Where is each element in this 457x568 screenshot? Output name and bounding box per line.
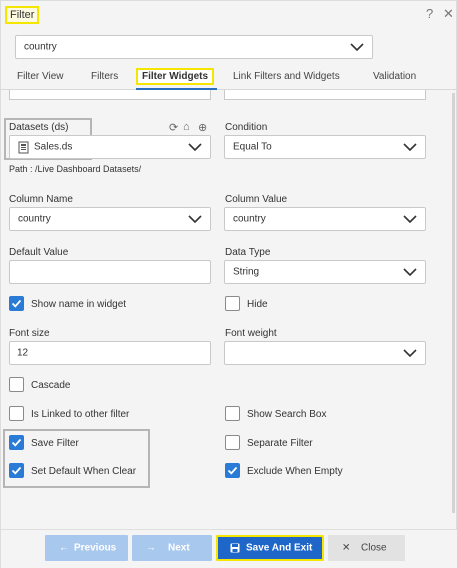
tab-filter-view[interactable]: Filter View (17, 71, 64, 82)
chevron-down-icon (350, 43, 364, 51)
dialog-title: Filter (5, 6, 40, 24)
exclude-empty-label: Exclude When Empty (247, 466, 343, 477)
datasets-value: Sales.ds (34, 141, 73, 153)
chevron-down-icon (403, 268, 417, 276)
question-icon[interactable]: ? (426, 6, 433, 21)
tab-filter-widgets[interactable]: Filter Widgets (136, 68, 215, 85)
font-size-label: Font size (9, 328, 50, 339)
close-x-icon: ✕ (342, 542, 351, 554)
separate-filter-label: Separate Filter (247, 438, 313, 449)
save-and-exit-button[interactable]: Save And Exit (216, 535, 324, 561)
save-filter-checkbox[interactable] (9, 435, 24, 450)
title-bar: Filter ? ✕ (1, 1, 457, 31)
column-value-value: country (233, 213, 266, 225)
data-type-select[interactable]: String (224, 260, 426, 284)
exclude-empty-checkbox[interactable] (225, 463, 240, 478)
hide-checkbox[interactable] (225, 296, 240, 311)
column-value-select[interactable]: country (224, 207, 426, 231)
cascade-label: Cascade (31, 380, 71, 391)
font-size-input[interactable]: 12 (9, 341, 211, 365)
chevron-down-icon (403, 215, 417, 223)
condition-label: Condition (225, 122, 268, 133)
dataset-file-icon (18, 141, 29, 154)
next-button[interactable]: → Next (132, 535, 212, 561)
font-weight-select[interactable] (224, 341, 426, 365)
previous-button-label: Previous (74, 542, 117, 554)
scrollbar[interactable] (452, 93, 455, 513)
close-button-label: Close (361, 542, 387, 554)
set-default-checkbox[interactable] (9, 463, 24, 478)
datasets-label: Datasets (ds) (9, 122, 69, 133)
filter-select[interactable]: country (15, 35, 373, 59)
close-button[interactable]: ✕ Close (328, 535, 405, 561)
default-value-input[interactable] (9, 260, 211, 284)
chevron-down-icon (403, 349, 417, 357)
column-value-label: Column Value (225, 194, 288, 205)
show-name-label: Show name in widget (31, 299, 127, 310)
hide-label: Hide (247, 299, 268, 310)
refresh-icon[interactable]: ⟳ (169, 121, 178, 134)
column-name-label: Column Name (9, 194, 73, 205)
chevron-down-icon (188, 215, 202, 223)
check-icon (227, 466, 238, 475)
filter-select-value: country (24, 41, 57, 53)
data-type-label: Data Type (225, 247, 271, 258)
column-name-value: country (18, 213, 51, 225)
save-icon (230, 543, 240, 553)
set-default-label: Set Default When Clear (31, 466, 137, 477)
font-weight-label: Font weight (225, 328, 277, 339)
show-search-box-checkbox[interactable] (225, 406, 240, 421)
check-icon (11, 466, 22, 475)
check-icon (11, 299, 22, 308)
cascade-checkbox[interactable] (9, 377, 24, 392)
check-icon (11, 438, 22, 447)
font-size-value: 12 (17, 347, 29, 359)
scrolled-field-right (224, 90, 426, 100)
datasets-select[interactable]: Sales.ds (9, 135, 211, 159)
close-icon[interactable]: ✕ (443, 6, 454, 22)
tab-link-filters-widgets[interactable]: Link Filters and Widgets (233, 71, 340, 82)
tab-bar: Filter View Filters Filter Widgets Link … (1, 66, 457, 90)
data-type-value: String (233, 266, 260, 278)
condition-select[interactable]: Equal To (224, 135, 426, 159)
tab-validation[interactable]: Validation (373, 71, 416, 82)
show-name-checkbox[interactable] (9, 296, 24, 311)
home-icon[interactable]: ⌂ (183, 121, 190, 133)
next-button-label: Next (168, 542, 190, 554)
condition-value: Equal To (233, 141, 272, 153)
previous-button[interactable]: ← Previous (45, 535, 128, 561)
separate-filter-checkbox[interactable] (225, 435, 240, 450)
save-and-exit-label: Save And Exit (246, 542, 313, 554)
column-name-select[interactable]: country (9, 207, 211, 231)
chevron-down-icon (188, 143, 202, 151)
save-filter-label: Save Filter (31, 438, 79, 449)
is-linked-checkbox[interactable] (9, 406, 24, 421)
show-search-box-label: Show Search Box (247, 409, 327, 420)
datasets-path: Path : /Live Dashboard Datasets/ (9, 164, 142, 174)
add-icon[interactable]: ⊕ (198, 121, 207, 134)
default-value-label: Default Value (9, 247, 69, 258)
arrow-right-icon: → (146, 542, 156, 554)
arrow-left-icon: ← (59, 542, 69, 554)
tab-filters[interactable]: Filters (91, 71, 118, 82)
is-linked-label: Is Linked to other filter (31, 409, 130, 420)
filter-dialog: Filter ? ✕ country Filter View Filters F… (0, 0, 457, 568)
scrolled-field-left (9, 90, 211, 100)
chevron-down-icon (403, 143, 417, 151)
